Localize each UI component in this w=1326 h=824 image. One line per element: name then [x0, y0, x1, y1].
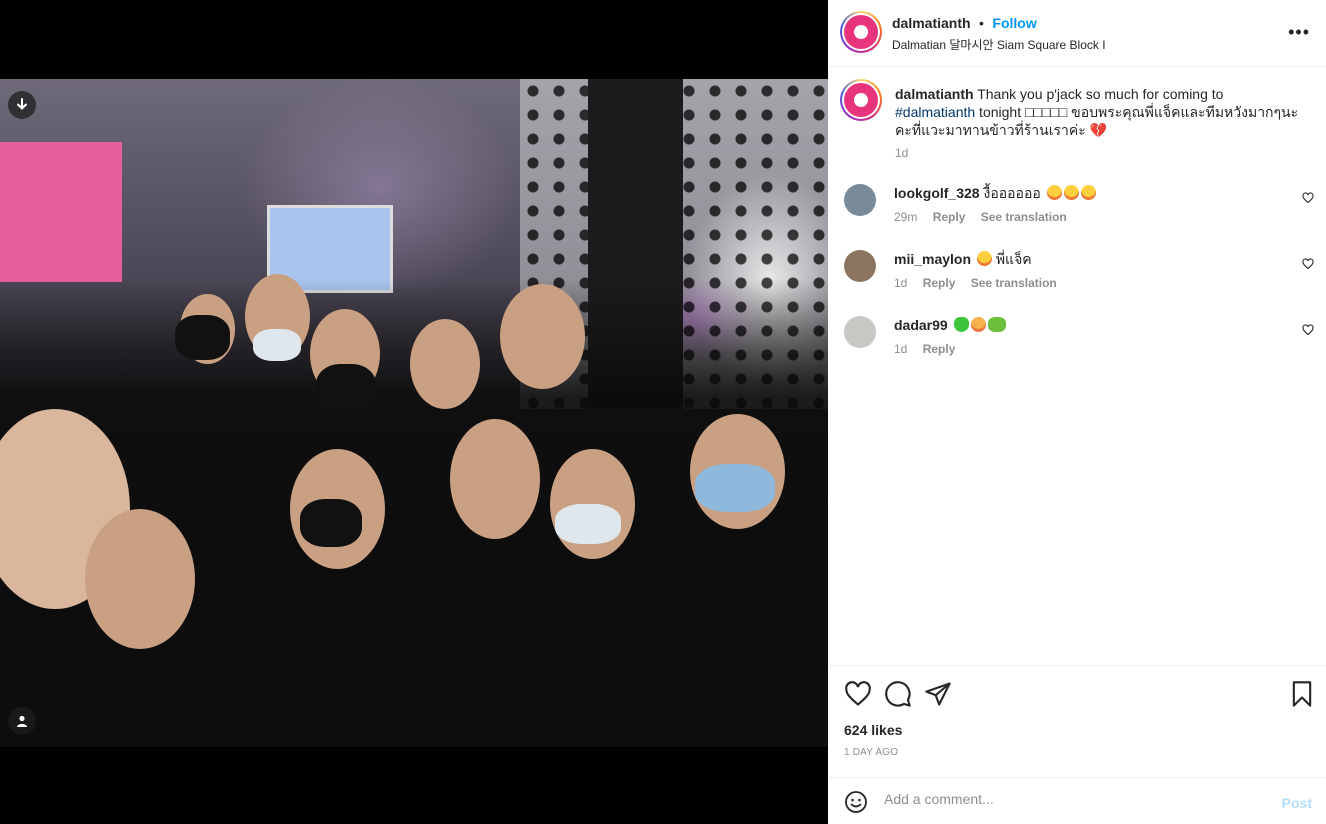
- person-face: [410, 319, 480, 409]
- post-media: [0, 0, 828, 824]
- post-sidebar: dalmatianth • Follow Dalmatian 달마시안 Siam…: [828, 0, 1326, 824]
- comment-body: งื้ออออออ: [983, 185, 1041, 201]
- black-mask: [316, 364, 376, 414]
- heart-icon[interactable]: [1302, 324, 1314, 336]
- user-tag-icon[interactable]: [8, 707, 36, 735]
- comment-time: 29m: [894, 210, 918, 224]
- comment-body: พี่แจ็ค: [995, 251, 1032, 267]
- comment-item: dadar99 1d Reply: [844, 316, 1314, 376]
- heart-icon[interactable]: [1302, 192, 1314, 204]
- person-face: [450, 419, 540, 539]
- comment-item: lookgolf_328 งื้ออออออ 29m Reply See tra…: [844, 184, 1314, 244]
- dalmatian-wall-art: [0, 142, 122, 282]
- smiling-emoji-icon: [970, 317, 986, 332]
- post-header: dalmatianth • Follow Dalmatian 달마시안 Siam…: [828, 0, 1326, 67]
- see-translation-button[interactable]: See translation: [981, 210, 1067, 224]
- commenter-username[interactable]: mii_maylon: [894, 251, 971, 267]
- commenter-avatar[interactable]: [844, 316, 876, 348]
- comments-list: dalmatianth Thank you p'jack so much for…: [828, 67, 1326, 665]
- comment-text: dadar99: [894, 316, 1006, 334]
- white-mask: [253, 329, 301, 361]
- follow-button[interactable]: Follow: [992, 15, 1036, 31]
- turtle-emoji-icon: [987, 317, 1006, 332]
- star-struck-emoji-icon: [1046, 185, 1062, 200]
- black-mask: [300, 499, 362, 547]
- caption-username[interactable]: dalmatianth: [895, 86, 974, 102]
- paper-plane-icon[interactable]: [924, 680, 952, 708]
- more-horizontal-icon[interactable]: •••: [1288, 22, 1310, 43]
- person-face: [85, 509, 195, 649]
- see-translation-button[interactable]: See translation: [971, 276, 1057, 290]
- likes-count[interactable]: 624 likes: [844, 722, 902, 738]
- reply-button[interactable]: Reply: [923, 342, 956, 356]
- dalmatian-logo-icon: [854, 25, 868, 39]
- reply-button[interactable]: Reply: [933, 210, 966, 224]
- heart-icon[interactable]: [844, 680, 872, 708]
- add-comment-bar: Post: [828, 777, 1326, 824]
- comment-input[interactable]: [884, 791, 1264, 807]
- white-mask: [555, 504, 621, 544]
- download-arrow-icon[interactable]: [8, 91, 36, 119]
- post-photo[interactable]: [0, 79, 828, 747]
- comment-meta: 29m Reply See translation: [894, 210, 1079, 224]
- smiley-icon[interactable]: [844, 790, 868, 814]
- caption-text: dalmatianth Thank you p'jack so much for…: [895, 85, 1305, 139]
- post-comment-button[interactable]: Post: [1282, 795, 1312, 811]
- reply-button[interactable]: Reply: [923, 276, 956, 290]
- comment-text: lookgolf_328 งื้ออออออ: [894, 184, 1096, 202]
- dalmatian-logo-icon: [854, 93, 868, 107]
- caption-body: Thank you p'jack so much for coming to: [973, 86, 1224, 102]
- black-mask: [175, 315, 230, 360]
- green-heart-emoji-icon: [953, 317, 969, 332]
- comment-time: 1d: [894, 342, 908, 356]
- header-username[interactable]: dalmatianth: [892, 15, 971, 31]
- comment-bubble-icon[interactable]: [884, 680, 912, 708]
- star-struck-emoji-icon: [1063, 185, 1079, 200]
- post-actions: 624 likes 1 DAY AGO: [828, 665, 1326, 777]
- star-struck-emoji-icon: [976, 251, 992, 266]
- comment-item: mii_maylon พี่แจ็ค 1d Reply See translat…: [844, 250, 1314, 310]
- comment-meta: 1d Reply See translation: [894, 276, 1069, 290]
- comment-time: 1d: [894, 276, 908, 290]
- commenter-avatar[interactable]: [844, 250, 876, 282]
- caption-avatar[interactable]: [840, 79, 882, 121]
- hashtag-link[interactable]: #dalmatianth: [895, 104, 975, 120]
- location-link[interactable]: Dalmatian 달마시안 Siam Square Block I: [892, 36, 1106, 53]
- person-face: [500, 284, 585, 389]
- account-avatar[interactable]: [840, 11, 882, 53]
- blue-mask: [695, 464, 775, 512]
- caption-time: 1d: [895, 146, 909, 160]
- commenter-username[interactable]: dadar99: [894, 317, 948, 333]
- separator-dot: •: [979, 15, 984, 31]
- comment-meta: 1d Reply: [894, 342, 967, 356]
- comment-text: mii_maylon พี่แจ็ค: [894, 250, 1032, 268]
- post-timestamp: 1 DAY AGO: [844, 747, 899, 758]
- commenter-username[interactable]: lookgolf_328: [894, 185, 980, 201]
- commenter-avatar[interactable]: [844, 184, 876, 216]
- bookmark-icon[interactable]: [1288, 680, 1316, 708]
- star-struck-emoji-icon: [1080, 185, 1096, 200]
- heart-icon[interactable]: [1302, 258, 1314, 270]
